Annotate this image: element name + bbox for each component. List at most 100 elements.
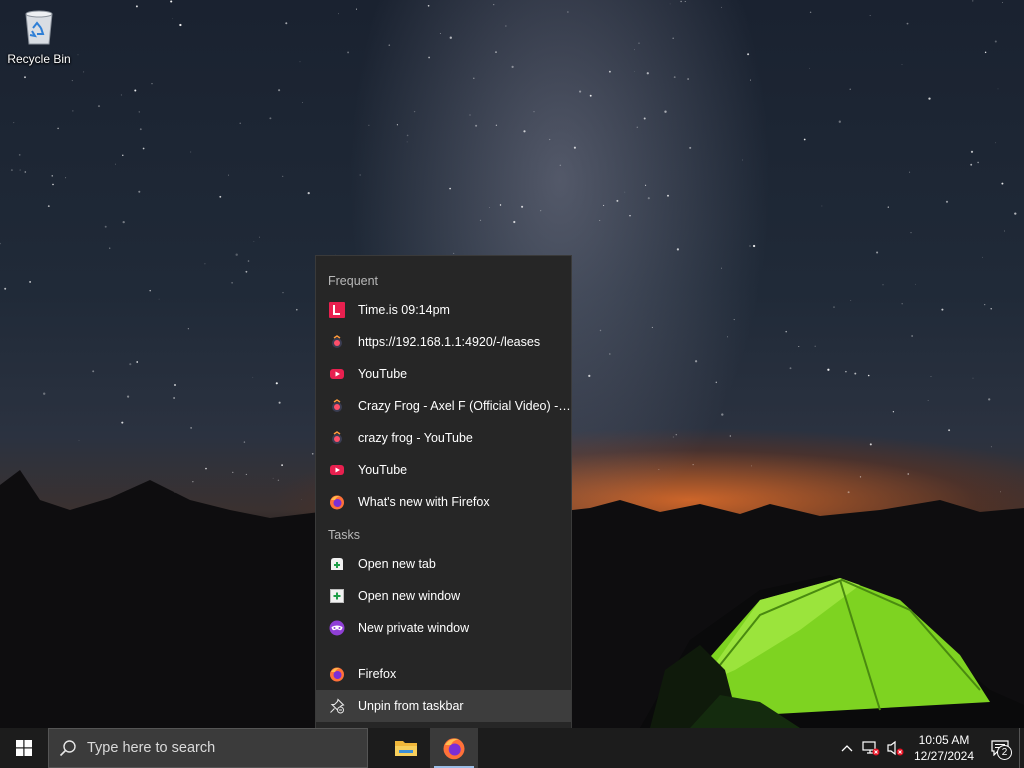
firefox-page-icon xyxy=(329,398,345,414)
volume-button[interactable] xyxy=(883,728,907,768)
star xyxy=(624,191,626,193)
star xyxy=(122,220,125,224)
star xyxy=(664,110,667,113)
star xyxy=(275,382,278,385)
star xyxy=(368,124,370,126)
network-disconnected-icon xyxy=(862,741,880,756)
taskbar-firefox[interactable] xyxy=(430,728,478,768)
star xyxy=(599,220,601,221)
star xyxy=(57,127,59,130)
star xyxy=(269,117,272,120)
taskbar-file-explorer[interactable] xyxy=(382,728,430,768)
youtube-icon xyxy=(329,462,345,478)
unpin-from-taskbar-button[interactable]: Unpin from taskbar xyxy=(316,690,571,722)
star xyxy=(876,251,879,254)
star xyxy=(190,151,192,153)
star xyxy=(19,169,21,171)
star xyxy=(559,164,561,166)
star xyxy=(729,435,731,437)
star xyxy=(135,5,138,8)
jumplist-item-crazy-frog-search[interactable]: crazy frog - YouTube xyxy=(316,422,571,454)
recycle-bin-label: Recycle Bin xyxy=(7,52,71,66)
firefox-icon xyxy=(329,666,345,682)
unpin-icon xyxy=(329,698,345,714)
private-window-icon xyxy=(329,620,345,636)
star xyxy=(715,381,718,384)
youtube-icon xyxy=(329,366,345,382)
star xyxy=(179,23,182,27)
star xyxy=(680,0,682,3)
star xyxy=(18,154,21,156)
star xyxy=(809,67,810,69)
start-button[interactable] xyxy=(0,728,48,768)
star xyxy=(296,308,298,311)
star xyxy=(51,175,53,177)
star xyxy=(10,169,13,172)
jumplist-task-new-private-window[interactable]: New private window xyxy=(316,612,571,644)
star xyxy=(239,122,241,124)
star xyxy=(109,247,111,249)
star xyxy=(911,335,913,337)
star xyxy=(29,280,32,283)
star xyxy=(151,83,153,85)
star xyxy=(869,15,871,16)
star xyxy=(854,372,857,375)
star xyxy=(245,270,248,273)
jumplist-item-youtube-2[interactable]: YouTube xyxy=(316,454,571,486)
star xyxy=(172,18,174,20)
star xyxy=(669,3,671,5)
jumplist-item-crazy-frog-video[interactable]: Crazy Frog - Axel F (Official Video) - Y… xyxy=(316,390,571,422)
star xyxy=(439,33,441,34)
star xyxy=(475,124,478,127)
jumplist-task-open-new-window[interactable]: Open new window xyxy=(316,580,571,612)
recycle-bin-desktop-icon[interactable]: Recycle Bin xyxy=(4,6,74,78)
show-hidden-icons-button[interactable] xyxy=(835,728,859,768)
firefox-icon xyxy=(329,494,345,510)
star xyxy=(489,206,490,208)
chevron-up-icon xyxy=(841,745,853,752)
star xyxy=(892,411,895,413)
star xyxy=(83,71,85,73)
star xyxy=(449,187,451,190)
jumplist-item-youtube-1[interactable]: YouTube xyxy=(316,358,571,390)
star xyxy=(4,287,7,290)
taskbar-clock[interactable]: 10:05 AM 12/27/2024 xyxy=(907,732,981,764)
star xyxy=(406,134,409,137)
star xyxy=(231,281,233,284)
star xyxy=(505,25,507,27)
jumplist-item-timeis[interactable]: Time.is 09:14pm xyxy=(316,294,571,326)
jumplist-task-open-new-tab[interactable]: Open new tab xyxy=(316,548,571,580)
network-status-button[interactable] xyxy=(859,728,883,768)
firefox-icon xyxy=(443,738,465,760)
star xyxy=(347,51,350,54)
star xyxy=(741,159,743,161)
star xyxy=(355,8,358,10)
star xyxy=(338,13,339,15)
jumplist-item-leases[interactable]: https://192.168.1.1:4920/-/leases xyxy=(316,326,571,358)
show-desktop-button[interactable] xyxy=(1019,728,1024,768)
star xyxy=(588,374,591,378)
star xyxy=(1004,230,1006,232)
star xyxy=(473,77,475,80)
star xyxy=(827,368,830,371)
star xyxy=(449,36,452,39)
star xyxy=(285,22,288,25)
star xyxy=(158,298,160,300)
star xyxy=(299,61,301,63)
star xyxy=(573,146,576,149)
star xyxy=(174,384,176,386)
action-center-button[interactable]: 2 xyxy=(981,728,1019,768)
jumplist-app-firefox[interactable]: Firefox xyxy=(316,658,571,690)
star xyxy=(608,353,611,355)
star xyxy=(930,376,932,378)
star xyxy=(945,200,949,203)
star xyxy=(540,210,542,212)
star xyxy=(909,171,911,173)
jumplist-item-whats-new[interactable]: What's new with Firefox xyxy=(316,486,571,518)
star xyxy=(608,70,611,73)
star xyxy=(906,22,909,25)
star xyxy=(427,4,430,7)
new-window-icon xyxy=(329,588,345,604)
star xyxy=(122,154,124,156)
taskbar-search-box[interactable]: Type here to search xyxy=(48,728,368,768)
